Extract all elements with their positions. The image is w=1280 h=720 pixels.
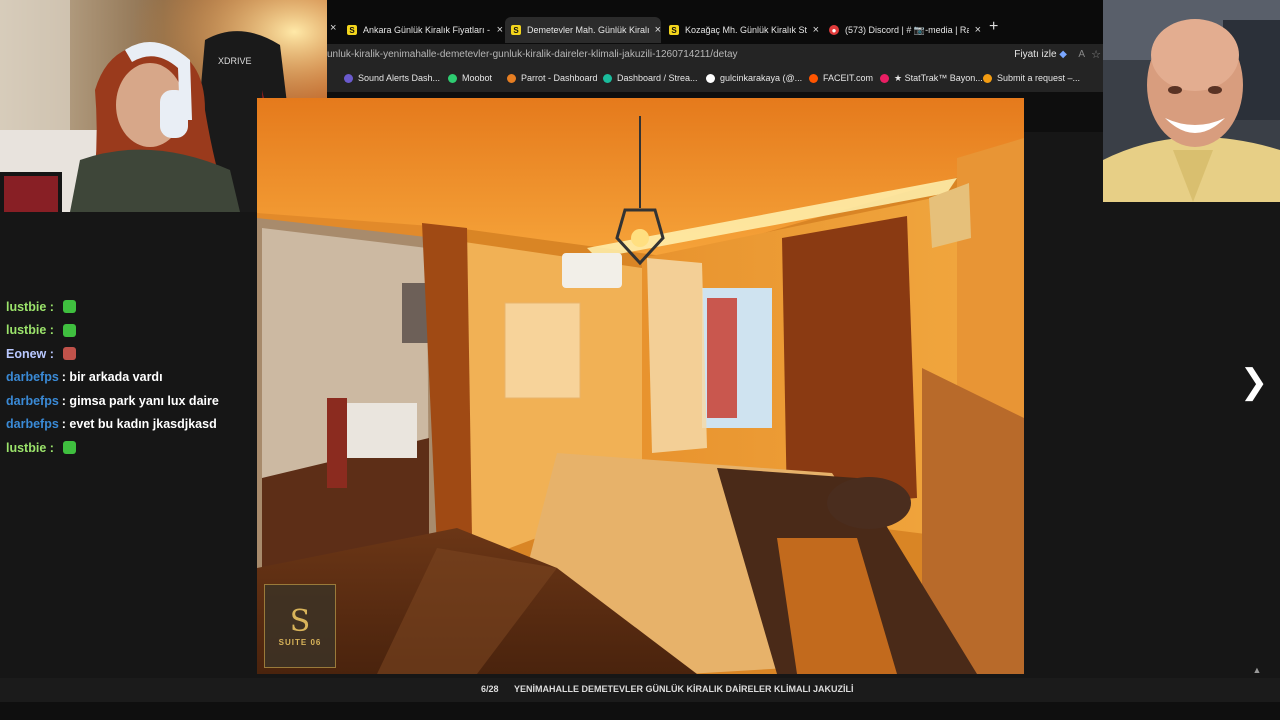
bookmark-faceit[interactable]: FACEIT.com <box>809 73 873 83</box>
tab-close-icon[interactable]: × <box>813 24 819 36</box>
sahibinden-icon: S <box>669 25 679 35</box>
url-text[interactable]: unluk-kiralik-yenimahalle-demetevler-gun… <box>327 49 738 60</box>
bookmark-submit-request[interactable]: Submit a request –... <box>983 73 1080 83</box>
emote-icon <box>62 300 76 314</box>
address-bar[interactable]: unluk-kiralik-yenimahalle-demetevler-gun… <box>327 44 1103 68</box>
price-watch-button[interactable]: Fiyatı izle ◆ <box>1014 49 1067 60</box>
sahibinden-icon: S <box>347 25 357 35</box>
tab-close-icon[interactable]: × <box>975 24 981 36</box>
emote-icon <box>62 347 76 361</box>
chat-message: lustbie : <box>6 295 256 319</box>
scroll-to-top-button[interactable]: ▲ <box>1248 662 1266 678</box>
bookmark-icon <box>983 73 992 83</box>
bookmark-label: FACEIT.com <box>823 73 874 83</box>
chat-message: darbefps : evet bu kadın jkasdjkasd <box>6 413 256 437</box>
bookmark-label: ★ StatTrak™ Bayon... <box>894 73 983 83</box>
tab-close-icon[interactable]: × <box>655 24 661 36</box>
bookmark-moobot[interactable]: Moobot <box>448 73 492 83</box>
favorite-star-icon[interactable]: ☆ <box>1091 48 1101 61</box>
chat-message: lustbie : <box>6 319 256 343</box>
browser-tab-strip: × S Ankara Günlük Kiralık Fiyatları - 3 … <box>327 0 1103 44</box>
bookmark-stattrak[interactable]: ★ StatTrak™ Bayon... <box>880 73 983 84</box>
tab-title: (573) Discord | # 📷-media | Rage <box>845 24 969 35</box>
photo-caption: YENİMAHALLE DEMETEVLER GÜNLÜK KİRALIK DA… <box>514 684 854 694</box>
bookmark-label: Parrot - Dashboard <box>521 73 598 83</box>
tab-ankara-listing[interactable]: S Ankara Günlük Kiralık Fiyatları - 3 × <box>347 17 503 43</box>
next-photo-button[interactable]: ❯ <box>1236 362 1272 402</box>
sahibinden-icon: S <box>511 25 521 35</box>
tab-close-icon[interactable]: × <box>330 22 336 34</box>
bookmark-icon <box>880 74 889 83</box>
chat-text: : evet bu kadın jkasdjkasd <box>61 417 217 432</box>
bookmarks-bar: Sound Alerts Dash... Moobot Parrot - Das… <box>327 68 1103 92</box>
chat-username: lustbie : <box>6 323 54 338</box>
tab-title: Kozağaç Mh. Günlük Kiralık Stüdyo <box>685 25 807 35</box>
suite06-logo: S SUITE 06 <box>264 584 336 668</box>
bottom-bar <box>0 702 1280 720</box>
listing-photo[interactable] <box>257 98 1024 674</box>
emote-icon <box>62 441 76 455</box>
tab-discord[interactable]: ● (573) Discord | # 📷-media | Rage × <box>829 17 981 43</box>
new-tab-button[interactable]: + <box>989 18 998 36</box>
chat-message: Eonew : <box>6 342 256 366</box>
discord-icon: ● <box>829 25 839 35</box>
bookmark-tiktok[interactable]: gulcinkarakaya (@... <box>706 73 802 83</box>
faceit-icon <box>809 73 818 83</box>
chevron-right-icon: ❯ <box>1239 363 1269 401</box>
bookmark-sound-alerts[interactable]: Sound Alerts Dash... <box>344 73 440 83</box>
tab-kozagac-listing[interactable]: S Kozağaç Mh. Günlük Kiralık Stüdyo × <box>669 17 819 43</box>
bookmark-label: Submit a request –... <box>997 73 1081 83</box>
chat-text: : gimsa park yanı lux daire <box>61 393 219 408</box>
guest-webcam-right <box>1103 0 1280 202</box>
chat-username: darbefps <box>6 417 59 432</box>
chat-username: lustbie : <box>6 440 54 455</box>
photo-caption-bar: 6/28 YENİMAHALLE DEMETEVLER GÜNLÜK KİRAL… <box>0 678 1280 702</box>
chat-message: lustbie : <box>6 436 256 460</box>
chat-message: darbefps : bir arkada vardı <box>6 366 256 390</box>
tag-icon: ◆ <box>1059 49 1067 60</box>
bookmark-label: Dashboard / Strea... <box>617 73 698 83</box>
bookmark-icon <box>507 73 516 83</box>
chair-brand-label: XDRIVE <box>218 56 252 66</box>
tab-title: Ankara Günlük Kiralık Fiyatları - 3 <box>363 25 491 35</box>
bookmark-icon <box>603 73 612 83</box>
arrow-up-icon: ▲ <box>1252 665 1262 675</box>
photo-counter: 6/28 <box>481 684 499 694</box>
price-watch-label: Fiyatı izle <box>1014 49 1057 60</box>
bookmark-label: Sound Alerts Dash... <box>358 73 441 83</box>
chat-username: darbefps <box>6 393 59 408</box>
logo-letter: S <box>289 603 311 639</box>
read-aloud-icon[interactable]: A <box>1078 49 1085 60</box>
tab-title: Demetevler Mah. Günlük Kiralık 1+ <box>527 25 649 35</box>
bookmark-icon <box>344 73 353 83</box>
chat-username: lustbie : <box>6 299 54 314</box>
bookmark-parrot[interactable]: Parrot - Dashboard <box>507 73 598 83</box>
chat-message: darbefps : gimsa park yanı lux daire <box>6 389 256 413</box>
logo-text: SUITE 06 <box>278 637 322 647</box>
tab-demetevler-listing[interactable]: S Demetevler Mah. Günlük Kiralık 1+ × <box>505 17 661 43</box>
chat-username: Eonew : <box>6 346 54 361</box>
emote-icon <box>62 323 76 337</box>
bookmark-dashboard-stream[interactable]: Dashboard / Strea... <box>603 73 698 83</box>
tab-close-icon[interactable]: × <box>497 24 503 36</box>
tiktok-icon <box>706 73 715 83</box>
stream-chat: lustbie : lustbie : Eonew : darbefps : b… <box>6 295 256 460</box>
bookmark-label: gulcinkarakaya (@... <box>720 73 803 83</box>
chat-username: darbefps <box>6 370 59 385</box>
chat-text: : bir arkada vardı <box>61 370 163 385</box>
bookmark-label: Moobot <box>462 73 493 83</box>
bookmark-icon <box>448 73 457 83</box>
